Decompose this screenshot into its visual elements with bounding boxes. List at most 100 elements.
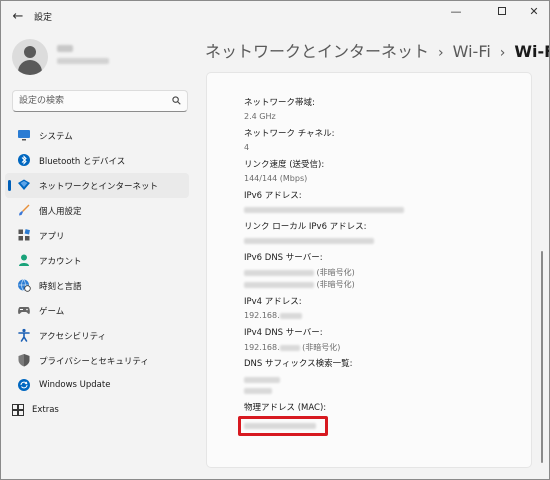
- maximize-icon: [498, 7, 506, 15]
- account-person-icon: [19, 254, 29, 266]
- app-title: 設定: [34, 13, 53, 23]
- prop-ipv4-dns-label: IPv4 DNS サーバー:: [244, 328, 323, 338]
- apps-grid-icon: [18, 229, 30, 241]
- sidebar-item-apps[interactable]: アプリ: [5, 223, 189, 248]
- redacted-value: [244, 237, 374, 244]
- sidebar-item-bluetooth[interactable]: Bluetooth とデバイス: [5, 148, 189, 173]
- sidebar-item-label: Extras: [32, 405, 59, 415]
- sidebar-item-label: 個人用設定: [39, 207, 82, 217]
- sidebar-item-label: プライバシーとセキュリティ: [39, 357, 149, 367]
- prop-dns-suffix-label: DNS サフィックス検索一覧:: [244, 359, 353, 369]
- prop-ipv6-address-label: IPv6 アドレス:: [244, 191, 302, 201]
- sidebar-item-privacy[interactable]: プライバシーとセキュリティ: [5, 348, 189, 373]
- prop-network-channel-label: ネットワーク チャネル:: [244, 129, 335, 139]
- sidebar-item-accessibility[interactable]: アクセシビリティ: [5, 323, 189, 348]
- sidebar-item-label: アプリ: [39, 232, 65, 242]
- sidebar-item-label: アカウント: [39, 257, 82, 267]
- minimize-icon: —: [450, 5, 462, 18]
- redacted-value: [244, 269, 314, 276]
- shield-icon: [18, 354, 30, 367]
- encryption-status: (非暗号化): [316, 268, 355, 277]
- prop-ipv4-address-value: 192.168.: [244, 311, 302, 320]
- prop-ipv6-dns-label: IPv6 DNS サーバー:: [244, 253, 323, 263]
- search-icon[interactable]: [172, 96, 181, 105]
- sidebar-item-accounts[interactable]: アカウント: [5, 248, 189, 273]
- sidebar-item-windows-update[interactable]: Windows Update: [5, 373, 189, 398]
- prop-ipv6-dns-value-2: (非暗号化): [244, 279, 355, 290]
- user-name-redacted: [57, 45, 73, 52]
- prop-link-local-ipv6-label: リンク ローカル IPv6 アドレス:: [244, 222, 367, 232]
- settings-window: ← 設定 — ✕ システム: [0, 0, 550, 480]
- breadcrumb-wifi[interactable]: Wi-Fi: [453, 42, 491, 61]
- page-title: Wi-Fi: [514, 42, 549, 61]
- redacted-value: [279, 312, 302, 319]
- maximize-button[interactable]: [485, 1, 519, 25]
- prop-network-band-value: 2.4 GHz: [244, 112, 276, 121]
- redacted-value: [244, 206, 404, 213]
- sidebar-item-personalization[interactable]: 個人用設定: [5, 198, 189, 223]
- redacted-value: [279, 344, 300, 351]
- globe-clock-icon: [18, 279, 31, 292]
- accessibility-figure-icon: [18, 328, 30, 342]
- search-box[interactable]: [12, 90, 188, 112]
- encryption-status: (非暗号化): [316, 280, 355, 289]
- breadcrumb-network[interactable]: ネットワークとインターネット: [205, 42, 429, 61]
- brush-icon: [19, 204, 30, 216]
- redacted-value: [244, 281, 314, 288]
- title-bar: ← 設定 — ✕: [1, 1, 549, 33]
- sidebar-nav: システム Bluetooth とデバイス ネットワークとインターネット 個人用設…: [5, 123, 189, 423]
- close-icon: ✕: [529, 5, 539, 18]
- sidebar-item-label: ゲーム: [39, 307, 65, 317]
- sidebar-item-network[interactable]: ネットワークとインターネット: [5, 173, 189, 198]
- prop-link-local-ipv6-value: [244, 236, 374, 245]
- sidebar-item-time-language[interactable]: 時刻と言語: [5, 273, 189, 298]
- bluetooth-icon: [18, 154, 30, 166]
- extras-grid-icon: [12, 404, 24, 416]
- breadcrumb: ネットワークとインターネット › Wi-Fi › Wi-Fi: [205, 38, 549, 61]
- sidebar-item-label: Windows Update: [39, 380, 111, 390]
- sidebar-item-label: システム: [39, 132, 73, 142]
- back-button[interactable]: ←: [9, 8, 27, 26]
- prop-ipv4-address-label: IPv4 アドレス:: [244, 297, 302, 307]
- prop-network-band-label: ネットワーク帯域:: [244, 98, 315, 108]
- minimize-button[interactable]: —: [439, 1, 473, 25]
- search-input[interactable]: [19, 94, 167, 108]
- prop-mac-address-label: 物理アドレス (MAC):: [244, 403, 327, 413]
- user-avatar[interactable]: [12, 39, 48, 75]
- sidebar-item-label: アクセシビリティ: [39, 332, 107, 342]
- prop-ipv6-dns-value-1: (非暗号化): [244, 267, 355, 278]
- monitor-icon: [18, 130, 30, 141]
- prop-link-speed-value: 144/144 (Mbps): [244, 174, 308, 183]
- back-arrow-icon: ←: [12, 9, 24, 24]
- prop-ipv6-address-value: [244, 205, 404, 214]
- encryption-status: (非暗号化): [302, 343, 341, 352]
- user-avatar-head: [24, 46, 36, 58]
- sidebar-item-label: 時刻と言語: [39, 282, 82, 292]
- content-scrollbar[interactable]: [540, 73, 544, 467]
- wifi-properties-card: ネットワーク帯域: 2.4 GHz ネットワーク チャネル: 4 リンク速度 (…: [206, 72, 532, 468]
- mac-address-highlight: [238, 416, 328, 436]
- sidebar-item-gaming[interactable]: ゲーム: [5, 298, 189, 323]
- sidebar-item-extras[interactable]: Extras: [5, 398, 189, 423]
- update-sync-icon: [18, 379, 30, 391]
- user-avatar-body: [18, 60, 42, 75]
- network-diamond-icon: [18, 179, 30, 190]
- prop-dns-suffix-value-2: [244, 386, 272, 395]
- close-button[interactable]: ✕: [517, 1, 549, 25]
- sidebar-item-system[interactable]: システム: [5, 123, 189, 148]
- sidebar-item-label: Bluetooth とデバイス: [39, 157, 126, 167]
- chevron-right-icon: ›: [499, 45, 506, 61]
- redacted-value: [244, 376, 280, 383]
- prop-link-speed-label: リンク速度 (送受信):: [244, 160, 325, 170]
- user-email-redacted: [57, 58, 109, 64]
- game-controller-icon: [18, 307, 30, 314]
- prop-ipv4-dns-value: 192.168. (非暗号化): [244, 342, 340, 353]
- chevron-right-icon: ›: [438, 45, 444, 61]
- ipv4-dns-prefix: 192.168.: [244, 343, 280, 352]
- prop-dns-suffix-value-1: [244, 375, 280, 384]
- redacted-value: [244, 387, 272, 394]
- prop-network-channel-value: 4: [244, 143, 250, 152]
- scrollbar-thumb[interactable]: [541, 251, 543, 463]
- ipv4-prefix: 192.168.: [244, 311, 280, 320]
- sidebar-item-label: ネットワークとインターネット: [39, 182, 159, 192]
